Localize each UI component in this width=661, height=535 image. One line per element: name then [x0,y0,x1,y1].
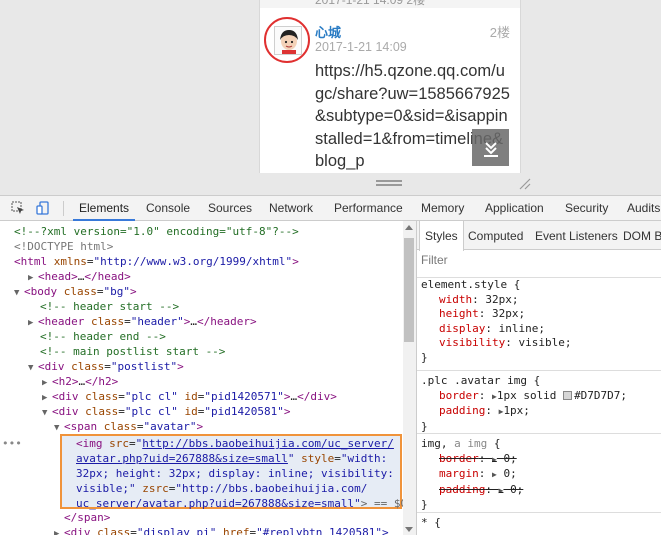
height-resize-handle[interactable] [376,180,402,188]
tree-node-body[interactable]: ▼ <body class="bg"> [14,284,137,299]
toolbar-divider [63,201,64,216]
tab-performance[interactable]: Performance [334,196,403,221]
tree-node-head[interactable]: ▶ <head>…</head> [28,269,131,284]
tree-node-xml-comment[interactable]: <!--?xml version="1.0" encoding="utf-8"?… [14,224,299,239]
tree-node-comment[interactable]: <!-- header end --> [40,329,166,344]
tree-node-div-pid1420571[interactable]: ▶ <div class="plc cl" id="pid1420571">…</… [42,389,337,404]
tab-elements[interactable]: Elements [73,196,136,221]
tree-node-header[interactable]: ▶ <header class="header">…</header> [28,314,257,329]
scroll-down-arrow-icon[interactable] [405,527,413,532]
post-author[interactable]: 心城 [315,22,341,41]
tree-node-div-display-pi[interactable]: ▶ <div class="display pi" href="#replybtn… [54,525,389,535]
expand-arrow-icon[interactable]: ▶ [492,470,497,479]
tab-application[interactable]: Application [485,196,544,221]
tab-sources[interactable]: Sources [208,196,252,221]
collapse-arrow-icon[interactable]: ▼ [42,406,52,421]
tree-node-span-avatar[interactable]: ▼ <span class="avatar"> [54,419,203,434]
download-button[interactable] [472,129,509,166]
node-actions-ellipsis[interactable]: ••• [2,436,22,451]
devtools-window: 2017-1-21 14:09 2楼 心城 2楼 2017-1-21 14:09… [0,0,661,535]
device-toolbar-icon[interactable] [36,201,50,215]
collapse-arrow-icon[interactable]: ▼ [28,361,38,376]
tab-network[interactable]: Network [269,196,313,221]
rule-img-a-img[interactable]: img, a img { border: ▶ 0; margin: ▶ 0; p… [417,433,661,511]
avatar[interactable] [274,26,302,55]
post-floor-number: 2楼 [489,25,510,40]
scroll-up-arrow-icon[interactable] [405,225,413,230]
expand-arrow-icon[interactable]: ▶ [54,527,64,535]
page-viewport: 2017-1-21 14:09 2楼 心城 2楼 2017-1-21 14:09… [0,0,661,195]
elements-scroll-thumb[interactable] [404,238,414,342]
clipped-previous-post: 2017-1-21 14:09 2楼 [315,0,426,7]
rule-selector: * { [421,516,441,529]
tree-node-comment[interactable]: <!-- header start --> [40,299,179,314]
rule-universal[interactable]: * { [417,512,661,535]
rule-selector: .plc .avatar img { [421,374,541,387]
rule-plc-avatar-img[interactable]: .plc .avatar img { border: ▶1px solid #D… [417,370,661,433]
tab-memory[interactable]: Memory [421,196,464,221]
img-src-link[interactable]: avatar.php?uid=267888&size=small [76,452,288,465]
tab-dom-breakpoints[interactable]: DOM B [623,221,661,250]
avatar-figure-icon [275,27,301,54]
tab-event-listeners[interactable]: Event Listeners [535,221,618,250]
tree-node-div-postlist[interactable]: ▼ <div class="postlist"> [28,359,184,374]
rule-selector: img, a img { [421,437,501,450]
tree-node-html[interactable]: <html xmlns="http://www.w3.org/1999/xhtm… [14,254,299,269]
styles-filter-input[interactable]: Filter [421,253,448,267]
href-link[interactable]: #replybtn_1420581 [263,526,376,535]
tab-security[interactable]: Security [565,196,608,221]
corner-resize-icon[interactable] [517,176,531,190]
reply-post: 心城 2楼 2017-1-21 14:09 https://h5.qzone.q… [260,8,520,173]
tab-styles[interactable]: Styles [419,221,464,251]
styles-pane: Styles Computed Event Listeners DOM B Fi… [416,221,661,535]
expand-arrow-icon[interactable]: ▶ [28,316,38,331]
tab-audits[interactable]: Audits [627,196,660,221]
tree-node-comment[interactable]: <!-- main postlist start --> [40,344,225,359]
tab-computed[interactable]: Computed [468,221,523,250]
collapse-arrow-icon[interactable]: ▼ [14,286,24,301]
sidebar-tab-bar: Styles Computed Event Listeners DOM B [417,221,661,251]
rule-element-style[interactable]: element.style { width: 32px; height: 32p… [417,277,661,369]
color-swatch[interactable] [563,390,573,400]
post-timestamp: 2017-1-21 14:09 [315,40,407,54]
tree-node-span-close[interactable]: </span> [64,510,110,525]
device-screen[interactable]: 2017-1-21 14:09 2楼 心城 2楼 2017-1-21 14:09… [259,0,521,173]
selected-node-img[interactable]: <img src="http://bbs.baobeihuijia.com/uc… [60,434,403,510]
tree-node-doctype[interactable]: <!DOCTYPE html> [14,239,113,254]
inspect-element-icon[interactable] [11,201,25,215]
download-icon [483,141,498,157]
devtools-tab-bar: Elements Console Sources Network Perform… [0,195,661,221]
tab-console[interactable]: Console [146,196,190,221]
rule-selector: element.style { [421,278,521,291]
tree-node-h2[interactable]: ▶ <h2>…</h2> [42,374,118,389]
img-src-link[interactable]: http://bbs.baobeihuijia.com/uc_server/ [142,437,394,450]
elements-tree: <!--?xml version="1.0" encoding="utf-8"?… [0,221,403,535]
avatar-highlight [264,17,310,63]
tree-node-div-pid1420581[interactable]: ▼ <div class="plc cl" id="pid1420581"> [42,404,290,419]
